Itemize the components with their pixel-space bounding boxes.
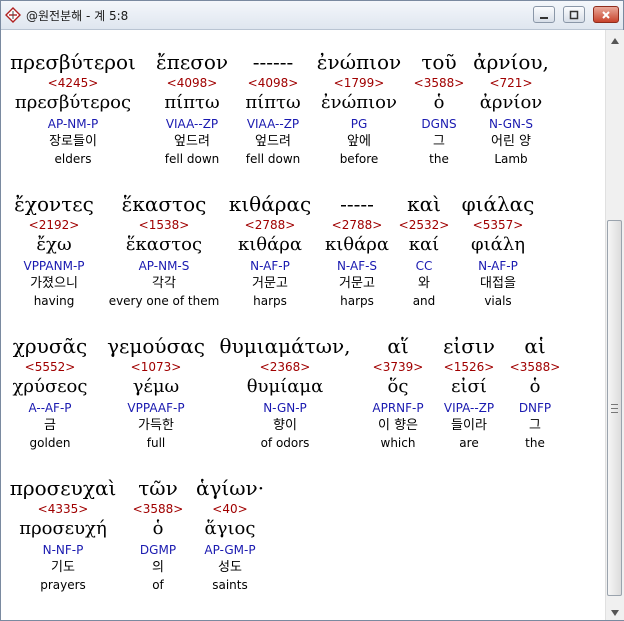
english-gloss: the [525,436,545,450]
arrow-up-icon [611,29,619,48]
greek-word: φιάλας [461,192,535,216]
lemma: φιάλη [470,234,525,255]
parsing-code: N-GN-S [489,117,533,131]
word-column[interactable]: φιάλας <5357> φιάλη N-AF-P 대접을 vials [398,191,598,309]
greek-word: αἱ [524,334,546,358]
strong-number[interactable]: <40> [130,501,330,517]
maximize-button[interactable] [563,6,585,23]
greek-word: ἀρνίου, [473,50,549,74]
scroll-up-button[interactable] [607,30,623,47]
arrow-down-icon [611,601,619,620]
english-gloss: saints [212,578,248,592]
strong-number[interactable]: <3588> [435,359,605,375]
word-column[interactable]: ἁγίων· <40> ἅγιος AP-GM-P 성도 saints [130,475,330,593]
parsing-code: N-AF-P [478,259,518,273]
minimize-button[interactable] [533,6,555,23]
korean-gloss: 어린 양 [490,134,531,149]
lemma: ὁ [529,376,541,397]
minimize-icon [539,5,549,24]
korean-gloss: 그 [529,418,541,433]
korean-gloss: 성도 [218,560,242,575]
window-title: @원전분해 - 계 5:8 [26,9,129,23]
word-column[interactable]: αἱ <3588> ὁ DNFP 그 the [435,333,605,451]
close-icon [601,5,611,24]
greek-word: ἁγίων· [195,476,265,500]
lemma: ἅγιος [204,518,256,539]
word-column[interactable]: ἀρνίου, <721> ἀρνίον N-GN-S 어린 양 Lamb [411,49,605,167]
title-bar[interactable]: @원전분해 - 계 5:8 [1,1,623,30]
app-window: @원전분해 - 계 5:8 πρεσβύτεροι <4245> πρεσβύτερ… [0,0,624,621]
app-logo-icon[interactable] [5,7,21,23]
scroll-thumb[interactable] [607,220,622,596]
parsing-code: AP-GM-P [204,543,256,557]
vertical-scrollbar[interactable] [605,30,624,620]
grip-icon [611,403,618,413]
close-button[interactable] [593,6,619,23]
korean-gloss: 대접을 [480,276,516,291]
parsing-code: DNFP [518,401,552,415]
maximize-icon [569,5,579,24]
scroll-down-button[interactable] [607,602,623,619]
lemma: ἀρνίον [479,92,543,113]
english-gloss: Lamb [494,152,528,166]
english-gloss: vials [484,294,512,308]
strong-number[interactable]: <721> [411,75,605,91]
strong-number[interactable]: <5357> [398,217,598,233]
interlinear-text-area[interactable]: πρεσβύτεροι <4245> πρεσβύτερος AP-NM-P 장로들이 e… [1,30,605,620]
